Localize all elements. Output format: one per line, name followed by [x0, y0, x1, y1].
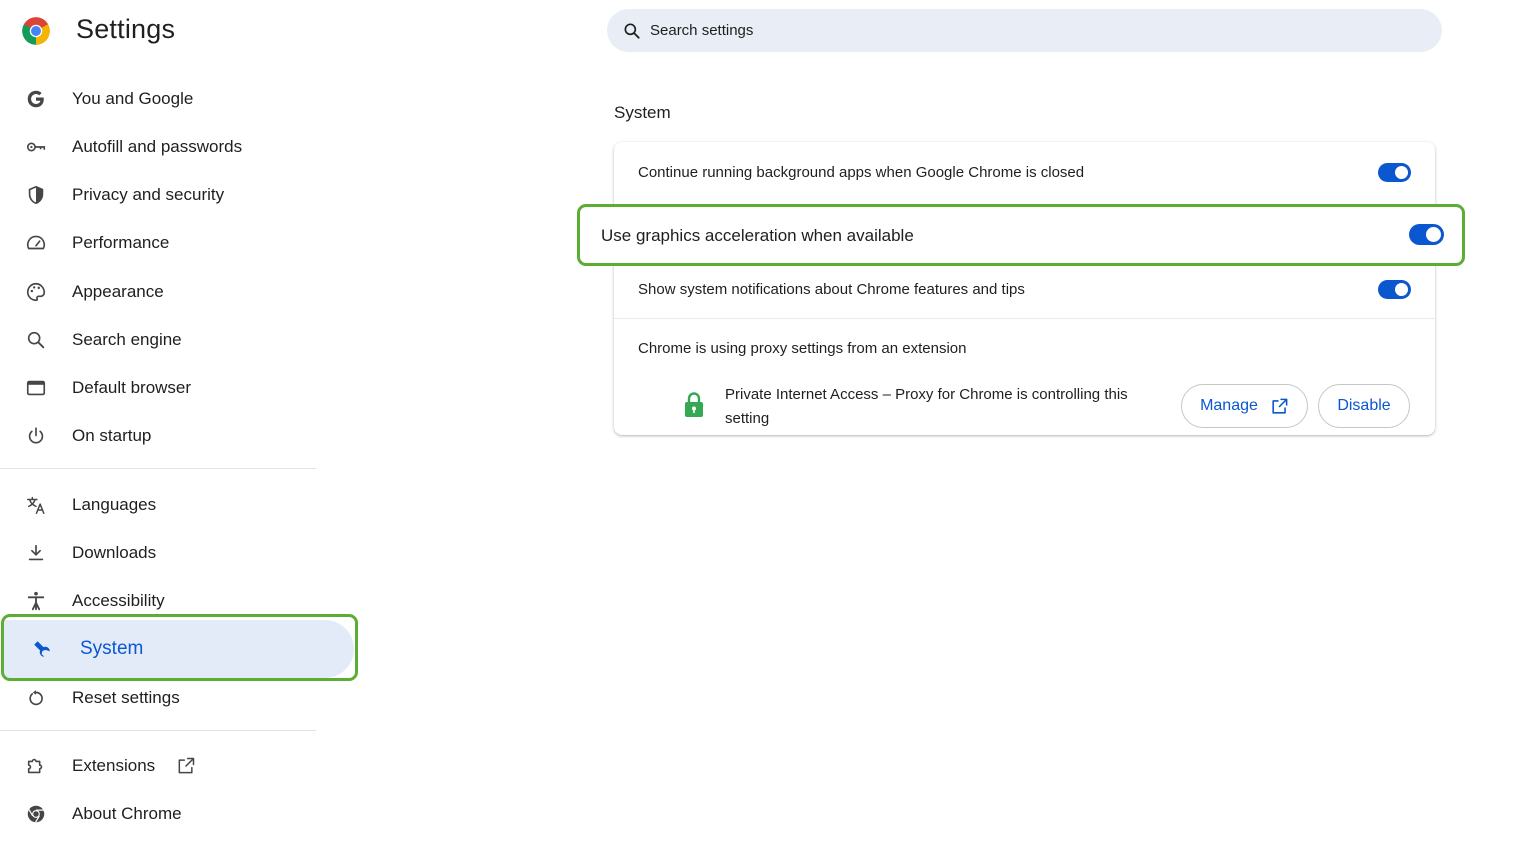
power-icon — [24, 424, 48, 448]
sidebar-nav: You and Google Autofill and passwords Pr… — [0, 0, 360, 864]
search-icon — [624, 23, 640, 39]
manage-button-label: Manage — [1200, 397, 1258, 414]
section-title: System — [614, 103, 671, 122]
sidebar-item-label: Languages — [72, 495, 157, 514]
search-bar[interactable] — [607, 9, 1442, 52]
search-icon — [24, 328, 48, 352]
graphics-acceleration-row: Use graphics acceleration when available — [577, 204, 1465, 266]
key-icon — [24, 135, 48, 159]
sidebar-item-label: Default browser — [72, 378, 192, 397]
sidebar-item-label: Privacy and security — [72, 185, 225, 204]
accessibility-icon — [24, 589, 48, 613]
sidebar-item-label: Accessibility — [72, 591, 165, 610]
search-input[interactable] — [650, 22, 1410, 39]
system-notifications-toggle[interactable] — [1378, 280, 1411, 299]
disable-button-label: Disable — [1337, 397, 1391, 414]
toggle-knob — [1395, 283, 1408, 296]
background-apps-toggle[interactable] — [1378, 163, 1411, 182]
sidebar-item-default-browser[interactable]: Default browser — [0, 364, 320, 412]
sidebar-item-on-startup[interactable]: On startup — [0, 412, 320, 460]
sidebar-item-label: Reset settings — [72, 688, 180, 707]
setting-label: Use graphics acceleration when available — [601, 226, 914, 245]
sidebar-item-label: Downloads — [72, 543, 157, 562]
disable-button[interactable]: Disable — [1318, 384, 1410, 428]
row-divider — [614, 318, 1435, 319]
sidebar-item-label: Extensions — [72, 756, 156, 775]
sidebar-item-search-engine[interactable]: Search engine — [0, 316, 320, 364]
sidebar-item-accessibility[interactable]: Accessibility — [0, 577, 320, 625]
sidebar-item-reset-settings[interactable]: Reset settings — [0, 674, 320, 722]
sidebar-item-label: Search engine — [72, 330, 182, 349]
sidebar-item-downloads[interactable]: Downloads — [0, 529, 320, 577]
sidebar-divider — [0, 730, 316, 731]
sidebar-item-you-and-google[interactable]: You and Google — [0, 75, 320, 123]
speedometer-icon — [24, 231, 48, 255]
extension-control-text: Private Internet Access – Proxy for Chro… — [725, 386, 1128, 427]
open-in-new-icon — [178, 757, 195, 774]
sidebar-item-label: System — [80, 638, 144, 659]
chrome-icon — [24, 802, 48, 826]
setting-label: Continue running background apps when Go… — [638, 164, 1085, 181]
sidebar-item-label: Autofill and passwords — [72, 137, 243, 156]
translate-icon — [24, 493, 48, 517]
wrench-icon — [30, 637, 54, 661]
sidebar-item-label: Performance — [72, 233, 170, 252]
reset-icon — [24, 686, 48, 710]
manage-button[interactable]: Manage — [1181, 384, 1308, 428]
extension-lock-icon — [685, 392, 703, 417]
sidebar-divider — [0, 468, 316, 469]
graphics-acceleration-toggle[interactable] — [1409, 224, 1444, 245]
download-icon — [24, 541, 48, 565]
setting-label: Show system notifications about Chrome f… — [638, 281, 1025, 298]
sidebar-item-appearance[interactable]: Appearance — [0, 268, 320, 316]
palette-icon — [24, 280, 48, 304]
sidebar-item-privacy[interactable]: Privacy and security — [0, 171, 320, 219]
sidebar-item-extensions[interactable]: Extensions — [0, 742, 320, 790]
browser-window-icon — [24, 376, 48, 400]
open-in-new-icon — [1272, 398, 1288, 414]
sidebar-item-label: About Chrome — [72, 804, 182, 823]
sidebar-item-performance[interactable]: Performance — [0, 219, 320, 267]
sidebar-item-label: You and Google — [72, 89, 194, 108]
sidebar-item-label: On startup — [72, 426, 152, 445]
sidebar-item-autofill[interactable]: Autofill and passwords — [0, 123, 320, 171]
sidebar-item-system[interactable]: System — [4, 620, 354, 678]
sidebar-item-languages[interactable]: Languages — [0, 481, 320, 529]
shield-icon — [24, 183, 48, 207]
proxy-title: Chrome is using proxy settings from an e… — [638, 340, 967, 357]
toggle-knob — [1426, 227, 1441, 242]
toggle-knob — [1395, 166, 1408, 179]
sidebar-item-about-chrome[interactable]: About Chrome — [0, 790, 320, 838]
google-g-icon — [24, 87, 48, 111]
puzzle-icon — [24, 754, 48, 778]
sidebar-item-label: Appearance — [72, 282, 164, 301]
